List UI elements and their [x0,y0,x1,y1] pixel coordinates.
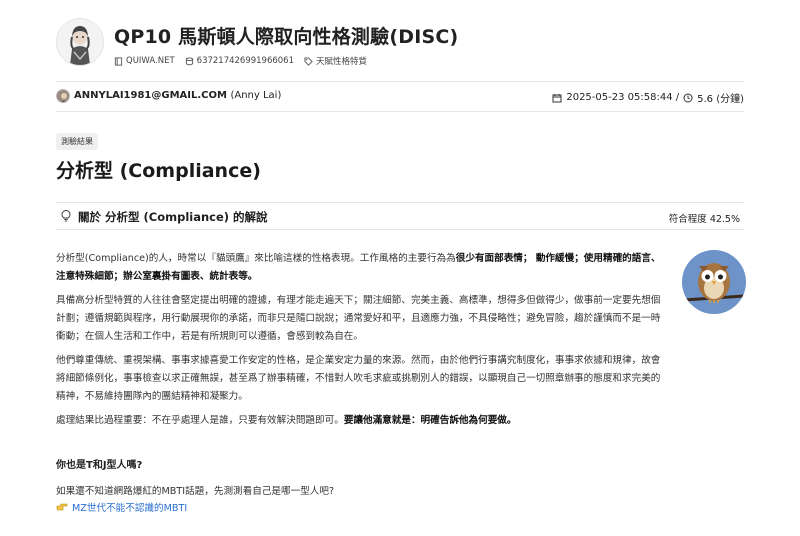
site-meta[interactable]: QUIWA.NET [114,56,175,66]
author-row: ANNYLAI1981@GMAIL.COM (Anny Lai) 2025-05… [56,87,744,107]
paragraph-3: 他們尊重傳統、重視架構、事事求據喜愛工作安定的性格，是企業安定力量的來源。然而，… [56,355,661,402]
duration-text: 5.6 (分鐘) [697,94,744,105]
site-name: QUIWA.NET [126,56,175,66]
mbti-question: 你也是T和J型人嗎? [56,460,143,471]
user-avatar [56,89,70,103]
paragraph-4: 處理結果比過程重要：不在乎處理人是誰，只要有效解決問題即可。要讓他滿意就是：明確… [56,415,517,426]
database-icon [185,56,193,65]
explanation-header: 關於 分析型 (Compliance) 的解說 符合程度 42.5% [56,202,744,230]
id-meta: 637217426991966061 [185,56,294,66]
mbti-link[interactable]: MZ世代不能不認識的MBTI [56,500,187,514]
lightbulb-icon [61,210,71,222]
paragraph-2: 具備高分析型特質的人往往會堅定提出明確的證據，有理才能走遍天下；關注細節、完美主… [56,295,661,342]
result-tag: 測驗結果 [56,133,98,150]
quiz-id: 637217426991966061 [196,56,294,66]
mbti-description: 如果還不知道網路爆紅的MBTI話題，先測測看自己是哪一型人吧? [56,486,335,497]
paragraph-1: 分析型(Compliance)的人，時常以『貓頭鷹』來比喻這樣的性格表現。工作風… [56,253,661,282]
user-email: ANNYLAI1981@GMAIL.COM (Anny Lai) [74,90,282,101]
calendar-icon [552,93,562,102]
result-heading: 分析型 (Compliance) [56,160,261,182]
explanation-body: 分析型(Compliance)的人，時常以『貓頭鷹』來比喻這樣的性格表現。工作風… [56,250,668,436]
clock-icon [683,93,693,102]
page: QP10 馬斯頓人際取向性格測驗(DISC) QUIWA.NET 6372174… [0,0,800,536]
quiz-meta: QUIWA.NET 637217426991966061 天賦性格特質 [114,55,367,67]
category-meta[interactable]: 天賦性格特質 [304,55,367,67]
book-icon [114,56,123,66]
test-datetime: 2025-05-23 05:58:44 / 5.6 (分鐘) [552,90,744,105]
quiz-title: QP10 馬斯頓人際取向性格測驗(DISC) [114,26,459,48]
datetime-text: 2025-05-23 05:58:44 / [566,92,680,103]
pointing-hand-icon [56,503,68,511]
tag-icon [304,56,313,66]
owl-illustration [682,250,746,314]
divider [56,81,744,82]
category-name: 天賦性格特質 [316,57,368,67]
explanation-title: 關於 分析型 (Compliance) 的解說 [78,210,268,224]
user-name: (Anny Lai) [230,90,282,101]
match-score: 符合程度 42.5% [668,214,740,225]
mbti-link-text[interactable]: MZ世代不能不認識的MBTI [72,500,187,514]
divider [56,111,744,112]
quiz-avatar [56,18,104,66]
quiz-header: QP10 馬斯頓人際取向性格測驗(DISC) QUIWA.NET 6372174… [56,14,744,76]
